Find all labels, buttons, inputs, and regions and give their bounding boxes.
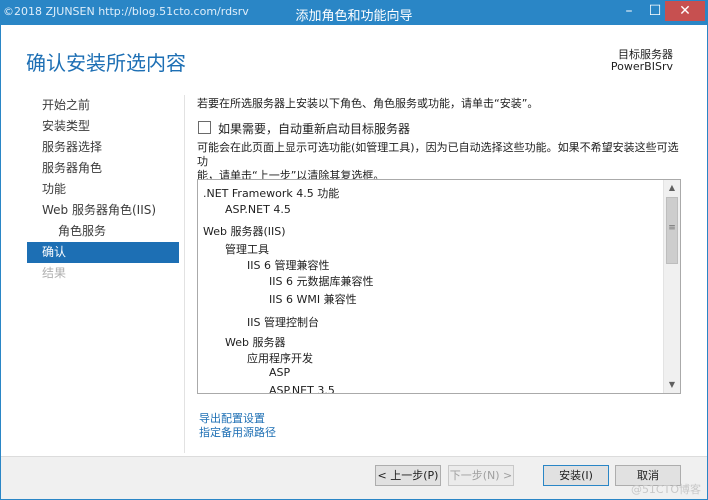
page-title: 确认安装所选内容 xyxy=(26,51,186,75)
list-scrollbar[interactable]: ▲ ≡ ▼ xyxy=(663,180,680,393)
note-line-1: 可能会在此页面上显示可选功能(如管理工具)，因为已自动选择这些功能。如果不希望安… xyxy=(197,141,679,168)
page-header: 确认安装所选内容 目标服务器 PowerBISrv xyxy=(1,25,707,83)
list-item: ASP.NET 4.5 xyxy=(225,203,291,216)
close-button[interactable]: ✕ xyxy=(665,1,705,21)
list-item: .NET Framework 4.5 功能 xyxy=(203,187,340,200)
nav-item-results: 结果 xyxy=(42,266,67,280)
list-item: 管理工具 xyxy=(225,243,269,256)
wizard-nav: 开始之前 安装类型 服务器选择 服务器角色 功能 Web 服务器角色(IIS) … xyxy=(27,95,179,284)
nav-item-installation-type[interactable]: 安装类型 xyxy=(27,116,179,137)
wizard-footer: < 上一步(P) 下一步(N) > 安装(I) 取消 @51CTO博客 xyxy=(1,456,707,499)
alternate-source-link[interactable]: 指定备用源路径 xyxy=(199,424,276,440)
window-title: 添加角色和功能向导 xyxy=(295,9,413,24)
maximize-button[interactable]: ☐ xyxy=(643,1,667,21)
wizard-window: ©2018 ZJUNSEN http://blog.51cto.com/rdsr… xyxy=(0,0,708,500)
optional-features-note: 可能会在此页面上显示可选功能(如管理工具)，因为已自动选择这些功能。如果不希望安… xyxy=(197,141,687,183)
list-item: Web 服务器 xyxy=(225,336,286,349)
list-item: IIS 6 元数据库兼容性 xyxy=(269,275,374,288)
next-button[interactable]: 下一步(N) > xyxy=(448,465,514,486)
nav-item-server-selection[interactable]: 服务器选择 xyxy=(27,137,179,158)
nav-item-server-roles[interactable]: 服务器角色 xyxy=(27,158,179,179)
scrollbar-thumb[interactable]: ≡ xyxy=(666,197,678,264)
watermark-logo: @51CTO博客 xyxy=(630,483,701,496)
grip-icon: ≡ xyxy=(668,223,676,233)
nav-item-before-you-begin[interactable]: 开始之前 xyxy=(27,95,179,116)
list-item: ASP xyxy=(269,366,291,379)
scroll-down-arrow-icon[interactable]: ▼ xyxy=(664,377,680,393)
list-item: ASP.NET 3.5 xyxy=(269,384,335,394)
restart-checkbox-label[interactable]: 如果需要，自动重新启动目标服务器 xyxy=(218,120,410,137)
selected-features-list[interactable]: .NET Framework 4.5 功能 ASP.NET 4.5 Web 服务… xyxy=(197,179,681,394)
restart-option[interactable]: 如果需要，自动重新启动目标服务器 xyxy=(197,120,497,136)
intro-text: 若要在所选服务器上安装以下角色、角色服务或功能，请单击“安装”。 xyxy=(197,97,539,110)
scroll-up-arrow-icon[interactable]: ▲ xyxy=(664,180,680,196)
content-pane: 若要在所选服务器上安装以下角色、角色服务或功能，请单击“安装”。 如果需要，自动… xyxy=(197,95,683,439)
list-item: Web 服务器(IIS) xyxy=(203,225,286,238)
nav-divider xyxy=(184,95,185,453)
list-item: IIS 管理控制台 xyxy=(247,316,319,329)
list-item: 应用程序开发 xyxy=(247,352,313,365)
nav-item-role-services[interactable]: 角色服务 xyxy=(27,221,179,242)
restart-checkbox[interactable] xyxy=(198,121,211,134)
nav-item-web-server-role[interactable]: Web 服务器角色(IIS) xyxy=(27,200,179,221)
install-button[interactable]: 安装(I) xyxy=(543,465,609,486)
title-bar: ©2018 ZJUNSEN http://blog.51cto.com/rdsr… xyxy=(1,1,707,25)
minimize-button[interactable]: – xyxy=(617,1,641,21)
list-item: IIS 6 管理兼容性 xyxy=(247,259,330,272)
nav-item-features[interactable]: 功能 xyxy=(27,179,179,200)
list-item: IIS 6 WMI 兼容性 xyxy=(269,293,357,306)
previous-button[interactable]: < 上一步(P) xyxy=(375,465,441,486)
nav-item-confirmation[interactable]: 确认 xyxy=(27,242,179,263)
target-server-name: PowerBISrv xyxy=(610,60,673,73)
